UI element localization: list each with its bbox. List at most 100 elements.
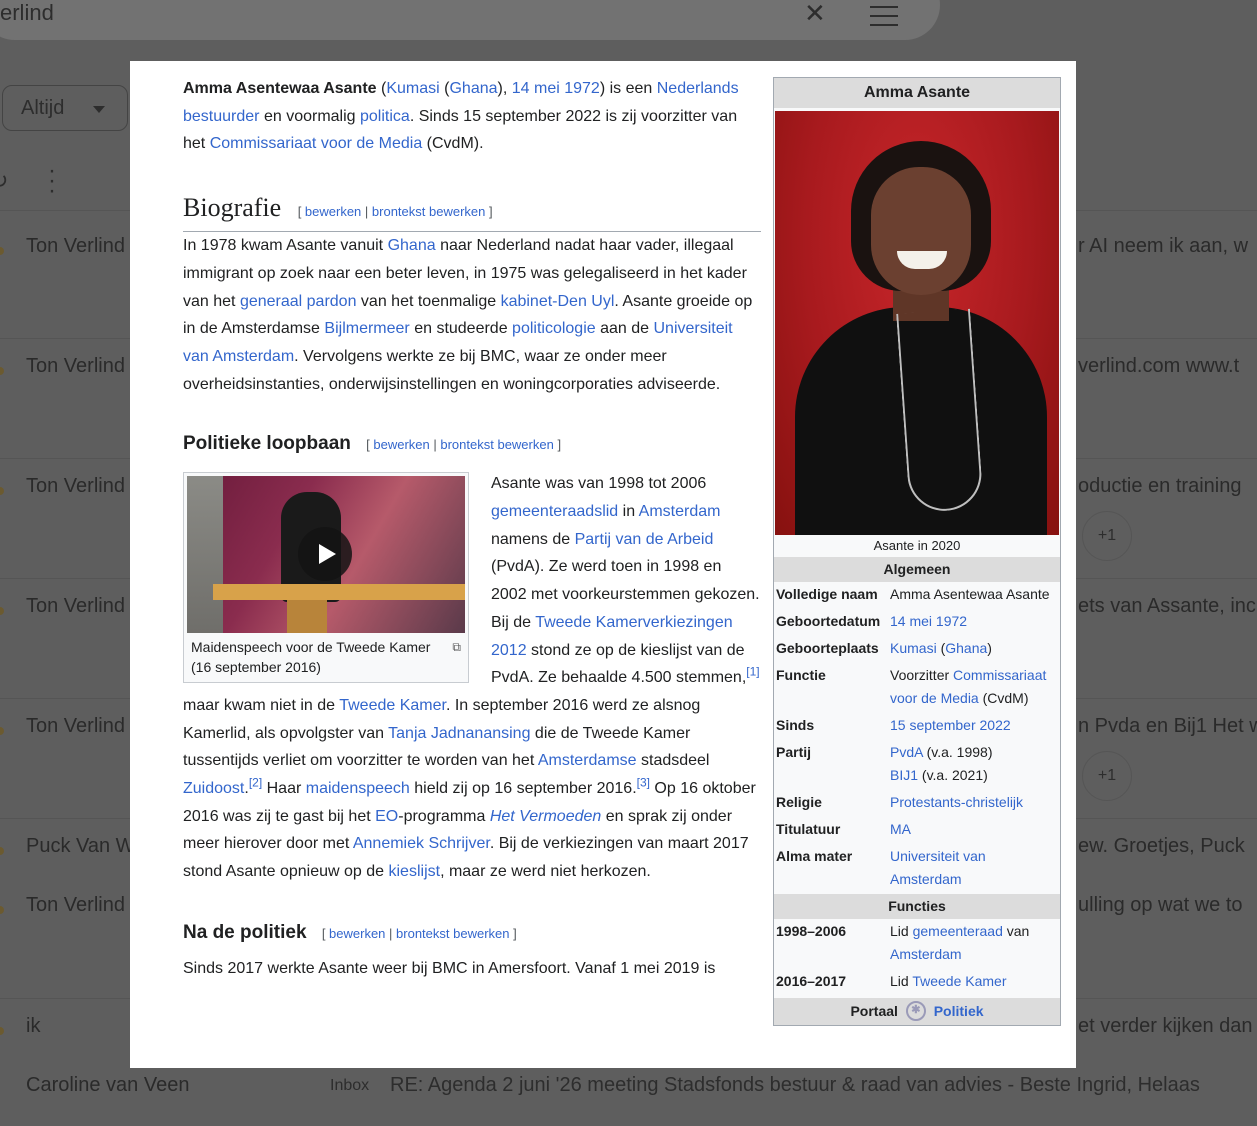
link-ma[interactable]: MA [890, 821, 911, 837]
text: aan de [595, 320, 654, 338]
link-bijlmermeer[interactable]: Bijlmermeer [324, 320, 409, 337]
link-tweede-kamer[interactable]: Tweede Kamer [339, 697, 446, 714]
reference-3[interactable]: [3] [637, 776, 650, 790]
value: 14 mei 1972 [890, 610, 1058, 633]
refresh-icon[interactable]: ↻ [0, 168, 8, 194]
link-religion[interactable]: Protestants-christelijk [890, 794, 1023, 810]
link-universiteit-van-amsterdam[interactable]: Universiteit van Amsterdam [890, 848, 986, 887]
link-amsterdam[interactable]: Amsterdam [890, 946, 962, 962]
text: In 1978 kwam Asante vanuit [183, 237, 388, 255]
label: Partij [776, 744, 812, 760]
link-ghana[interactable]: Ghana [388, 237, 436, 254]
caption-text: Maidenspeech voor de Tweede Kamer (16 se… [191, 639, 431, 676]
link-birthdate[interactable]: 14 mei 1972 [512, 80, 600, 97]
edit-source-link[interactable]: brontekst bewerken [396, 926, 509, 941]
attachment-count-badge[interactable]: +1 [1082, 751, 1132, 801]
row-alma-mater: Alma mater Universiteit van Amsterdam [774, 844, 1060, 894]
link-kabinet-den-uyl[interactable]: kabinet-Den Uyl [501, 293, 615, 310]
link-tanja-jadnanansing[interactable]: Tanja Jadnanansing [388, 725, 530, 742]
link-birthdate[interactable]: 14 mei 1972 [890, 613, 967, 629]
edit-link[interactable]: bewerken [305, 204, 361, 219]
link-generaal-pardon[interactable]: generaal pardon [240, 293, 357, 310]
heading-text: Biografie [183, 193, 282, 223]
edit-link[interactable]: bewerken [329, 926, 385, 941]
edit-source-link[interactable]: brontekst bewerken [440, 437, 553, 452]
link-ghana[interactable]: Ghana [945, 640, 987, 656]
email-subject: RE: Agenda 2 juni '26 meeting Stadsfonds… [390, 1074, 1200, 1096]
video-thumbnail[interactable]: Maidenspeech voor de Tweede Kamer (16 se… [183, 472, 469, 684]
importance-icon [0, 727, 4, 735]
link-portal-politiek[interactable]: Politiek [934, 1003, 984, 1019]
link-amsterdam[interactable]: Amsterdam [639, 503, 721, 520]
link-zuidoost[interactable]: Zuidoost [183, 780, 244, 797]
bracket: ] [485, 204, 493, 220]
link-amsterdamse[interactable]: Amsterdamse [538, 752, 637, 769]
text: stadsdeel [636, 752, 710, 770]
email-sender: Ton Verlind [26, 475, 125, 497]
inbox-label: Inbox [330, 1077, 370, 1094]
value: 15 september 2022 [890, 714, 1058, 737]
link-eo[interactable]: EO [375, 808, 398, 825]
reference-2[interactable]: [2] [249, 776, 262, 790]
edit-link[interactable]: bewerken [373, 437, 429, 452]
reference-1[interactable]: [1] [746, 665, 759, 679]
text: ), [497, 80, 512, 97]
link-ghana[interactable]: Ghana [449, 80, 497, 97]
label: Religie [776, 794, 822, 810]
link-gemeenteraad[interactable]: gemeenteraad [913, 923, 1003, 939]
bracket: ] [509, 925, 517, 941]
enlarge-icon[interactable]: ⧉ [452, 637, 461, 657]
link-cvdm[interactable]: Commissariaat voor de Media [210, 135, 423, 152]
bracket: ] [553, 437, 562, 453]
link-politica[interactable]: politica [360, 108, 410, 125]
play-icon[interactable] [298, 527, 352, 582]
bracket: [ [321, 925, 330, 941]
link-maidenspeech[interactable]: maidenspeech [306, 780, 410, 797]
edit-links: [ bewerken | brontekst bewerken ] [322, 926, 517, 941]
text: Voorzitter [890, 667, 954, 683]
link-pvda[interactable]: PvdA [890, 744, 923, 760]
text: in [618, 503, 639, 521]
link-bij1[interactable]: BIJ1 [890, 767, 918, 783]
email-sender: Ton Verlind [26, 595, 125, 617]
text: Haar [262, 780, 306, 798]
date-filter-chip[interactable]: Altijd [2, 85, 128, 131]
more-options-icon[interactable]: · · · [48, 159, 56, 203]
search-bar[interactable]: erlind ✕ [0, 0, 940, 40]
importance-icon [0, 607, 4, 615]
search-input[interactable]: erlind [0, 0, 54, 26]
portal-label: Portaal [850, 1003, 898, 1019]
video-frame[interactable] [187, 476, 465, 634]
text: namens de [491, 530, 575, 548]
link-politicologie[interactable]: politicologie [512, 320, 596, 337]
email-snippet: et verder kijken dan [1078, 1015, 1253, 1037]
link-tweede-kamer[interactable]: Tweede Kamer [912, 973, 1006, 989]
filter-icon[interactable] [870, 3, 898, 31]
edit-links: [ bewerken | brontekst bewerken ] [298, 204, 493, 219]
link-het-vermoeden[interactable]: Het Vermoeden [490, 808, 601, 825]
link-annemiek-schrijver[interactable]: Annemiek Schrijver [353, 835, 490, 852]
link-since-date[interactable]: 15 september 2022 [890, 717, 1011, 733]
edit-source-link[interactable]: brontekst bewerken [372, 204, 485, 219]
link-partij-van-de-arbeid[interactable]: Partij van de Arbeid [575, 531, 714, 548]
close-icon[interactable]: ✕ [804, 0, 826, 29]
date-filter-label: Altijd [21, 97, 65, 119]
link-gemeenteraadslid[interactable]: gemeenteraadslid [491, 503, 618, 520]
attachment-count-badge[interactable]: +1 [1082, 511, 1132, 561]
portrait-photo[interactable] [775, 111, 1059, 535]
email-snippet: verlind.com www.t [1078, 355, 1240, 377]
row-since: Sinds 15 september 2022 [774, 713, 1060, 740]
importance-icon [0, 847, 4, 855]
link-kumasi[interactable]: Kumasi [386, 80, 439, 97]
text: Asante was van 1998 tot 2006 [491, 475, 707, 493]
link-kieslijst[interactable]: kieslijst [389, 863, 441, 880]
email-snippet: ets van Assante, inc [1078, 595, 1256, 617]
bracket: [ [297, 204, 305, 220]
label: Geboorteplaats [776, 640, 879, 656]
chevron-down-icon [93, 106, 105, 113]
email-snippet: ulling op wat we to [1078, 894, 1243, 916]
text: van het toenmalige [356, 292, 501, 310]
subject-name: Amma Asentewaa Asante [183, 80, 377, 97]
link-kumasi[interactable]: Kumasi [890, 640, 937, 656]
value: Lid gemeenteraad van Amsterdam [890, 920, 1058, 966]
